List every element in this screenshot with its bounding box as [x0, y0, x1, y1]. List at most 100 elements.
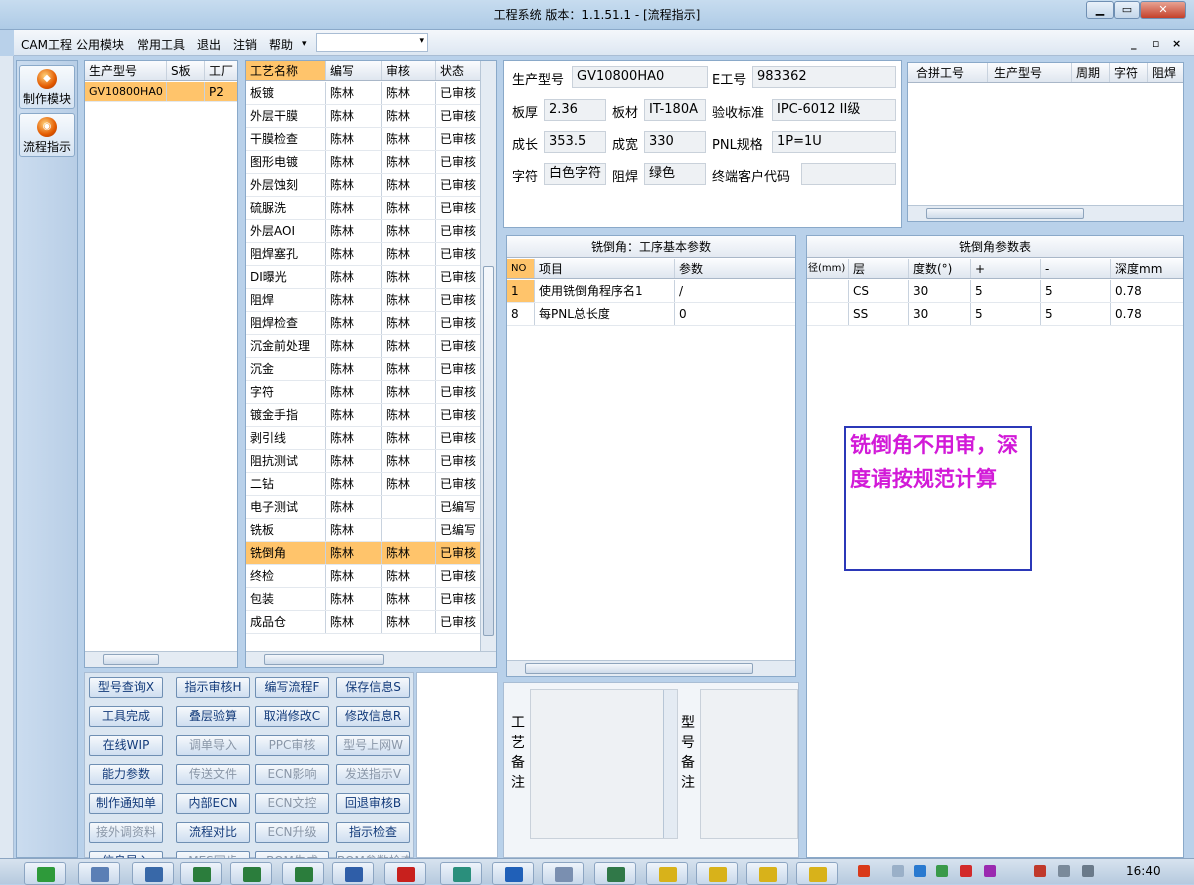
taskbar-app-icon[interactable] — [594, 862, 636, 885]
action-button-0-3[interactable]: 保存信息S — [336, 677, 410, 698]
action-button-4-3[interactable]: 回退审核B — [336, 793, 410, 814]
action-button-1-0[interactable]: 工具完成 — [89, 706, 163, 727]
process-row[interactable]: 图形电镀 陈林 陈林 已审核 — [246, 151, 480, 174]
taskbar-excel-icon[interactable] — [180, 862, 222, 885]
action-button-4-2[interactable]: ECN文控 — [255, 793, 329, 814]
toolbar-combo[interactable]: ▾ — [316, 33, 428, 52]
column-header[interactable]: 度数(°) — [909, 259, 971, 278]
action-button-3-1[interactable]: 传送文件 — [176, 764, 250, 785]
process-row[interactable]: 镀金手指 陈林 陈林 已审核 — [246, 404, 480, 427]
volume-icon[interactable] — [1082, 865, 1094, 877]
mdi-minimize-button[interactable]: _ — [1131, 37, 1137, 50]
column-header[interactable]: 合拼工号 — [908, 63, 988, 82]
model-row[interactable]: GV10800HA0 P2 — [85, 82, 237, 102]
menu-overflow-icon[interactable]: ▾ — [302, 39, 307, 49]
process-row[interactable]: 硫脲洗 陈林 陈林 已审核 — [246, 197, 480, 220]
menu-public[interactable]: 公用模块 — [76, 36, 124, 53]
column-header[interactable]: 审核 — [382, 61, 436, 80]
process-remark-field[interactable] — [530, 689, 678, 839]
process-row[interactable]: 沉金前处理 陈林 陈林 已审核 — [246, 335, 480, 358]
scroll-thumb[interactable] — [483, 266, 494, 636]
process-row[interactable]: 终检 陈林 陈林 已审核 — [246, 565, 480, 588]
column-header[interactable]: 径(mm) — [807, 259, 849, 278]
length-field[interactable]: 353.5 — [544, 131, 606, 153]
taskbar-app-icon[interactable] — [696, 862, 738, 885]
action-button-5-1[interactable]: 流程对比 — [176, 822, 250, 843]
taskbar-pdf-icon[interactable] — [384, 862, 426, 885]
column-header[interactable]: 项目 — [535, 259, 675, 278]
standard-field[interactable]: IPC-6012 II级 — [772, 99, 896, 121]
material-field[interactable]: IT-180A — [644, 99, 706, 121]
action-button-5-2[interactable]: ECN升级 — [255, 822, 329, 843]
process-row[interactable]: 阻抗测试 陈林 陈林 已审核 — [246, 450, 480, 473]
process-row[interactable]: 电子测试 陈林 已编写 — [246, 496, 480, 519]
taskbar-app-icon[interactable] — [746, 862, 788, 885]
column-header[interactable]: 生产型号 — [85, 61, 167, 80]
process-list-vscrollbar[interactable] — [480, 61, 496, 651]
taskbar-excel-icon[interactable] — [230, 862, 272, 885]
column-header[interactable]: NO — [507, 259, 535, 278]
action-button-1-3[interactable]: 修改信息R — [336, 706, 410, 727]
column-header[interactable]: 状态 — [436, 61, 480, 80]
model-list-hscrollbar[interactable] — [85, 651, 237, 667]
thickness-field[interactable]: 2.36 — [544, 99, 606, 121]
action-button-1-2[interactable]: 取消修改C — [255, 706, 329, 727]
merge-table-hscrollbar[interactable] — [908, 205, 1183, 221]
taskbar-word-icon[interactable] — [332, 862, 374, 885]
column-header[interactable]: 编写 — [326, 61, 382, 80]
scroll-thumb[interactable] — [103, 654, 159, 665]
scroll-thumb[interactable] — [525, 663, 753, 674]
process-row[interactable]: 干膜检查 陈林 陈林 已审核 — [246, 128, 480, 151]
action-button-2-3[interactable]: 型号上网W — [336, 735, 410, 756]
tray-icon[interactable] — [960, 865, 972, 877]
process-row[interactable]: 沉金 陈林 陈林 已审核 — [246, 358, 480, 381]
column-header[interactable]: 阻焊 — [1148, 63, 1183, 82]
taskbar-excel-icon[interactable] — [282, 862, 324, 885]
column-header[interactable]: 深度mm — [1111, 259, 1183, 278]
nav-make-module[interactable]: ◆ 制作模块 — [19, 65, 75, 109]
column-header[interactable]: S板 — [167, 61, 205, 80]
tray-icon[interactable] — [858, 865, 870, 877]
action-button-0-2[interactable]: 编写流程F — [255, 677, 329, 698]
chamfer-row[interactable]: CS 30 5 5 0.78 — [807, 280, 1183, 303]
scroll-thumb[interactable] — [264, 654, 384, 665]
mdi-close-button[interactable]: × — [1172, 37, 1181, 50]
tray-icon[interactable] — [892, 865, 904, 877]
process-row[interactable]: 外层AOI 陈林 陈林 已审核 — [246, 220, 480, 243]
tray-icon[interactable] — [1058, 865, 1070, 877]
process-row[interactable]: 字符 陈林 陈林 已审核 — [246, 381, 480, 404]
process-row[interactable]: 阻焊检查 陈林 陈林 已审核 — [246, 312, 480, 335]
process-list-hscrollbar[interactable] — [246, 651, 496, 667]
basic-params-hscrollbar[interactable] — [507, 660, 795, 676]
param-row[interactable]: 1 使用铣倒角程序名1 / — [507, 280, 795, 303]
column-header[interactable]: 层 — [849, 259, 909, 278]
mask-field[interactable]: 绿色 — [644, 163, 706, 185]
process-row[interactable]: 铣板 陈林 已编写 — [246, 519, 480, 542]
width-field[interactable]: 330 — [644, 131, 706, 153]
column-header[interactable]: 工艺名称 — [246, 61, 326, 80]
taskbar-app-icon[interactable] — [542, 862, 584, 885]
taskbar-app-icon[interactable] — [440, 862, 482, 885]
column-header[interactable]: 参数 — [675, 259, 795, 278]
scroll-thumb[interactable] — [926, 208, 1084, 219]
process-row[interactable]: 剥引线 陈林 陈林 已审核 — [246, 427, 480, 450]
maximize-button[interactable]: ▭ — [1114, 1, 1140, 19]
nav-flow-indicator[interactable]: ◉ 流程指示 — [19, 113, 75, 157]
taskbar-app-icon[interactable] — [646, 862, 688, 885]
action-button-2-1[interactable]: 调单导入 — [176, 735, 250, 756]
process-row[interactable]: 二钻 陈林 陈林 已审核 — [246, 473, 480, 496]
process-row[interactable]: DI曝光 陈林 陈林 已审核 — [246, 266, 480, 289]
character-field[interactable]: 白色字符 — [544, 163, 606, 185]
column-header[interactable]: - — [1041, 259, 1111, 278]
tray-icon[interactable] — [984, 865, 996, 877]
column-header[interactable]: 工厂 — [205, 61, 237, 80]
chamfer-row[interactable]: SS 30 5 5 0.78 — [807, 303, 1183, 326]
param-row[interactable]: 8 每PNL总长度 0 — [507, 303, 795, 326]
remark-vscrollbar[interactable] — [663, 690, 677, 838]
tray-icon[interactable] — [936, 865, 948, 877]
tray-icon[interactable] — [914, 865, 926, 877]
action-button-2-2[interactable]: PPC审核 — [255, 735, 329, 756]
eno-field[interactable]: 983362 — [752, 66, 896, 88]
column-header[interactable]: 生产型号 — [988, 63, 1072, 82]
pnl-field[interactable]: 1P=1U — [772, 131, 896, 153]
